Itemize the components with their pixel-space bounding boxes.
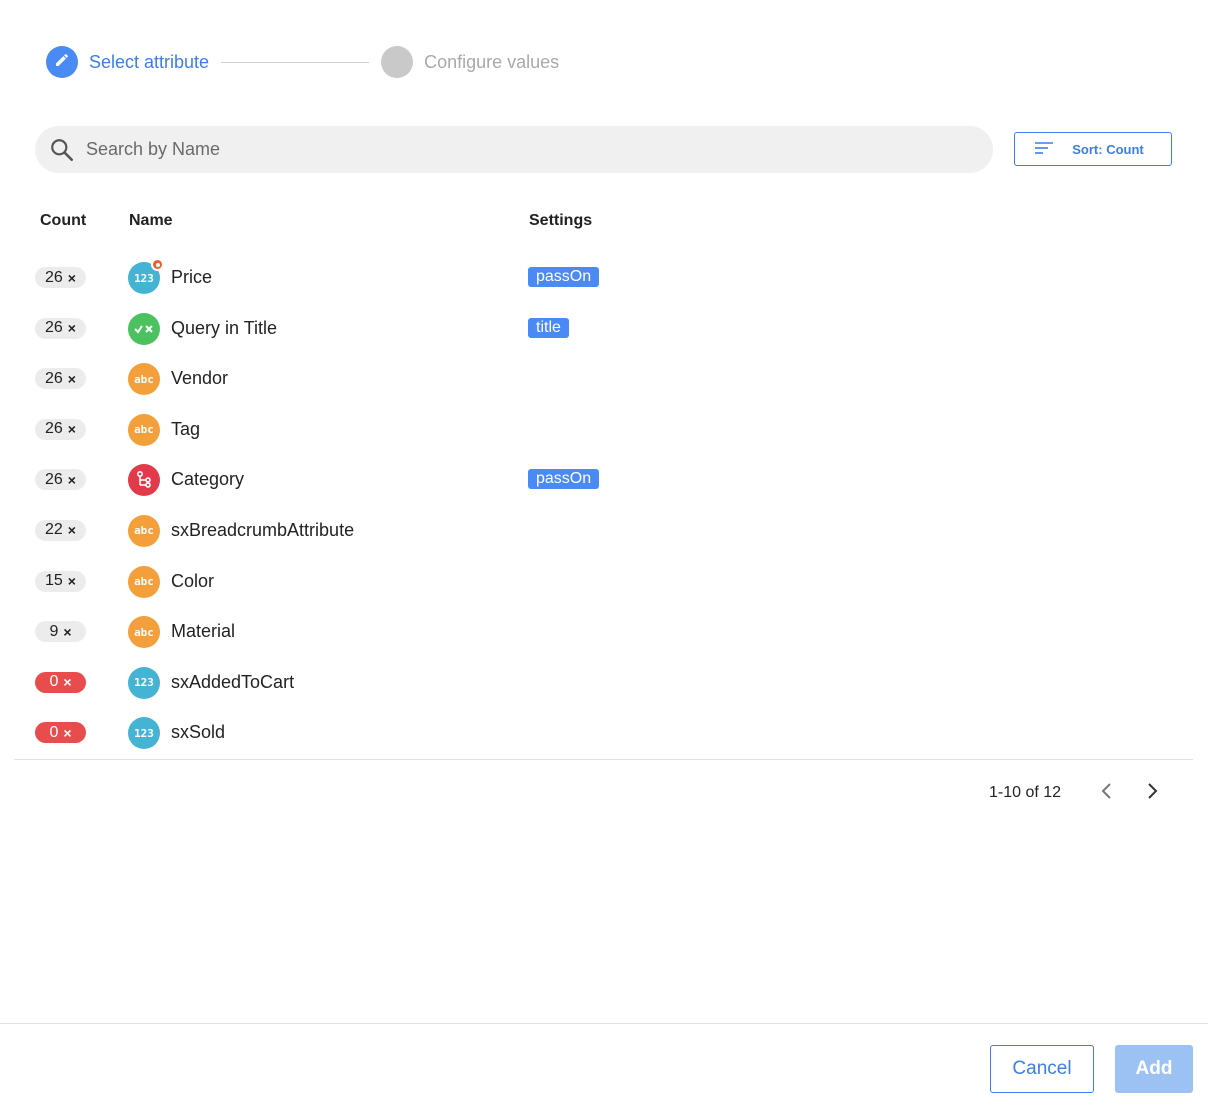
count-badge: 0 × (35, 671, 86, 693)
count-value: 26 (45, 420, 63, 438)
count-value: 0 (49, 723, 59, 741)
count-badge: 26 × (35, 267, 86, 288)
count-suffix: × (63, 724, 72, 741)
count-badge: 26 × (35, 418, 86, 440)
footer-divider (0, 1023, 1208, 1024)
column-header-settings: Settings (529, 212, 593, 229)
attribute-name[interactable]: sxBreadcrumbAttribute (171, 520, 354, 541)
chevron-left-icon (1100, 782, 1114, 805)
attribute-name[interactable]: sxSold (171, 722, 225, 743)
number-type-icon: 123 (128, 717, 160, 750)
attribute-name[interactable]: Color (171, 571, 214, 592)
count-suffix: × (67, 320, 76, 337)
sort-label: Sort: Count (1072, 141, 1144, 157)
search-bar (35, 126, 993, 173)
count-badge: 9 × (35, 621, 86, 643)
attribute-name[interactable]: Price (171, 267, 212, 288)
column-header-name[interactable]: Name (129, 212, 173, 230)
step-2-indicator (381, 46, 414, 78)
table-row[interactable]: 26 × Category passOn (0, 454, 1208, 505)
search-icon (49, 137, 75, 163)
table-row[interactable]: 26 × abc Vendor (0, 353, 1208, 404)
table-row[interactable]: 22 × abc sxBreadcrumbAttribute (0, 505, 1208, 556)
previous-page-button[interactable] (1096, 782, 1118, 804)
text-type-icon: abc (128, 565, 160, 598)
count-badge: 15 × (35, 570, 86, 592)
count-value: 26 (45, 470, 63, 488)
setting-tag: passOn (528, 267, 600, 287)
table-row[interactable]: 26 × 123 Price passOn (0, 252, 1208, 303)
sort-button[interactable]: Sort: Count (1014, 132, 1172, 166)
count-suffix: × (67, 471, 76, 488)
number-type-icon: 123 (128, 258, 164, 294)
next-page-button[interactable] (1141, 782, 1163, 804)
count-value: 9 (49, 622, 59, 640)
attribute-list: 26 × 123 Price passOn 26 × Query in Title title 2… (0, 252, 1208, 758)
count-suffix: × (67, 370, 76, 387)
boolean-type-icon (128, 312, 160, 345)
pencil-icon (54, 52, 70, 73)
table-row[interactable]: 9 × abc Material (0, 606, 1208, 657)
table-row[interactable]: 0 × 123 sxAddedToCart (0, 657, 1208, 708)
attribute-name[interactable]: Query in Title (171, 318, 277, 339)
table-row[interactable]: 15 × abc Color (0, 556, 1208, 607)
count-value: 22 (45, 521, 63, 539)
count-suffix: × (67, 522, 76, 539)
count-value: 15 (45, 572, 63, 590)
count-suffix: × (63, 623, 72, 640)
attribute-name[interactable]: Vendor (171, 368, 228, 389)
type-icon-text: abc (134, 423, 154, 437)
sort-icon (1034, 141, 1054, 158)
step-2-label: Configure values (424, 51, 560, 72)
step-connector (221, 61, 370, 63)
step-1-label[interactable]: Select attribute (89, 52, 209, 73)
setting-tag: passOn (528, 469, 600, 490)
attribute-name[interactable]: Tag (171, 419, 200, 440)
count-suffix: × (67, 421, 76, 438)
text-type-icon: abc (128, 616, 160, 649)
table-row[interactable]: 26 × Query in Title title (0, 303, 1208, 354)
attribute-name[interactable]: Category (171, 469, 244, 490)
chevron-right-icon (1145, 782, 1159, 805)
count-suffix: × (63, 674, 72, 691)
count-suffix: × (67, 269, 76, 286)
search-input[interactable] (86, 139, 926, 160)
count-value: 26 (45, 369, 63, 387)
pagination-range: 1-10 of 12 (989, 784, 1062, 801)
cancel-button[interactable]: Cancel (990, 1045, 1094, 1093)
text-type-icon: abc (128, 514, 160, 547)
type-icon-text: 123 (134, 676, 154, 690)
attribute-name[interactable]: sxAddedToCart (171, 672, 294, 693)
type-icon-text: abc (134, 524, 154, 538)
text-type-icon: abc (128, 363, 160, 396)
count-badge: 26 × (35, 368, 86, 390)
setting-tag: title (528, 317, 569, 338)
count-value: 26 (45, 319, 63, 337)
count-badge: 26 × (35, 317, 86, 339)
stepper: Select attribute Configure values (46, 46, 559, 78)
hierarchy-type-icon (128, 464, 160, 497)
type-icon-text: abc (134, 625, 154, 639)
attribute-name[interactable]: Material (171, 621, 235, 642)
count-badge: 26 × (35, 469, 86, 491)
count-badge: 0 × (35, 722, 86, 744)
step-1-indicator (46, 46, 78, 78)
count-suffix: × (67, 573, 76, 590)
type-icon-text: 123 (134, 271, 154, 285)
table-row[interactable]: 26 × abc Tag (0, 404, 1208, 455)
count-badge: 22 × (35, 519, 86, 541)
count-value: 0 (49, 673, 59, 691)
add-button[interactable]: Add (1115, 1045, 1193, 1093)
number-type-icon: 123 (128, 666, 160, 699)
table-row[interactable]: 0 × 123 sxSold (0, 707, 1208, 758)
type-icon-text: abc (134, 575, 154, 589)
pin-indicator-icon (151, 258, 164, 271)
count-value: 26 (45, 268, 63, 286)
type-icon-text: 123 (134, 726, 154, 740)
text-type-icon: abc (128, 413, 160, 446)
column-header-count[interactable]: Count (40, 212, 86, 230)
type-icon-text: abc (134, 372, 154, 386)
table-divider (14, 759, 1193, 760)
